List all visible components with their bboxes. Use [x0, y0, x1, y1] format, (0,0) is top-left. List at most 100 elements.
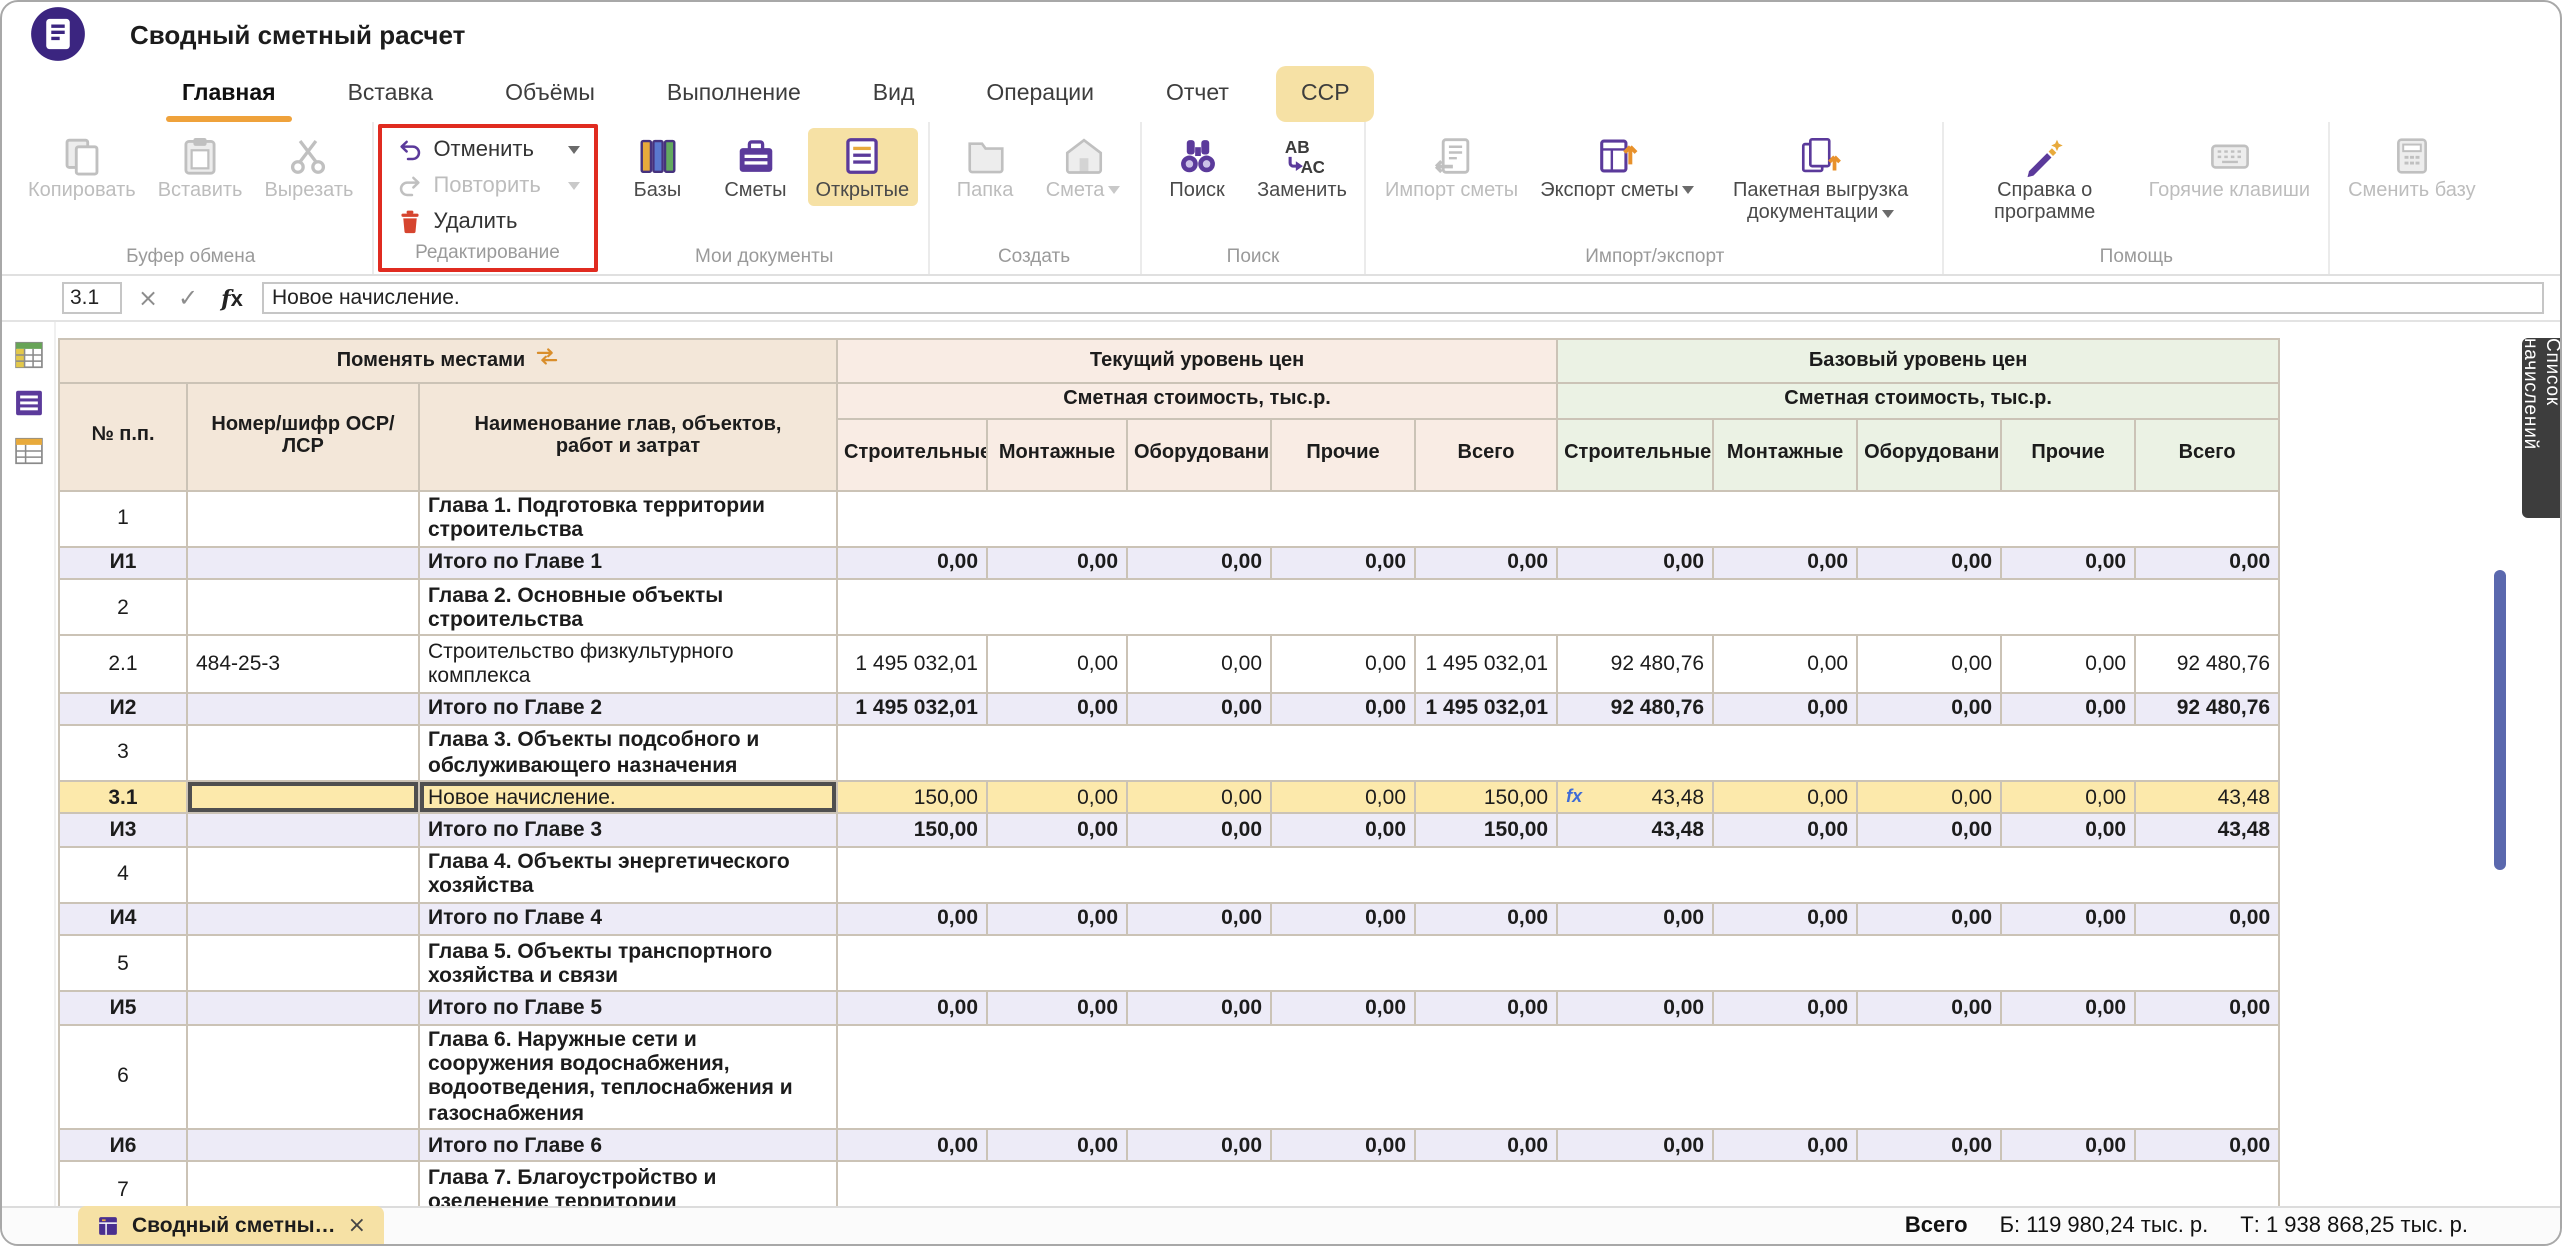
- cell-value[interactable]: 0,00: [1713, 903, 1857, 935]
- cell-value[interactable]: 0,00: [1271, 781, 1415, 813]
- cell-value[interactable]: 0,00: [1271, 1130, 1415, 1162]
- cell-value[interactable]: 0,00: [1857, 903, 2001, 935]
- cell-value[interactable]: 150,00: [837, 814, 987, 846]
- cell-empty[interactable]: [837, 935, 2279, 992]
- dropdown-arrow-icon[interactable]: [1683, 187, 1695, 195]
- cell-value[interactable]: 0,00: [2001, 547, 2135, 579]
- cell-value[interactable]: 0,00: [2001, 814, 2135, 846]
- ribbon-tab-home[interactable]: Главная: [158, 66, 300, 122]
- cell-value[interactable]: 0,00: [1713, 636, 1857, 693]
- cell-empty[interactable]: [837, 846, 2279, 903]
- cell-value[interactable]: 0,00: [1271, 692, 1415, 724]
- function-icon[interactable]: fx: [214, 285, 250, 311]
- table-row[interactable]: И5Итого по Главе 50,000,000,000,000,000,…: [59, 992, 2279, 1024]
- cell-name[interactable]: Глава 2. Основные объекты строительства: [419, 579, 837, 636]
- cell-value[interactable]: 0,00: [2135, 903, 2279, 935]
- cell-value[interactable]: 0,00: [837, 992, 987, 1024]
- cell-value[interactable]: 0,00: [2001, 903, 2135, 935]
- cell-num[interactable]: 7: [59, 1162, 187, 1206]
- cell-value[interactable]: 0,00: [1713, 547, 1857, 579]
- cell-num[interactable]: 2.1: [59, 636, 187, 693]
- cell-value[interactable]: 43,48: [1557, 814, 1713, 846]
- cell-value[interactable]: 0,00: [987, 903, 1127, 935]
- ribbon-tab-operations[interactable]: Операции: [962, 66, 1118, 122]
- cell-value[interactable]: 0,00: [2001, 992, 2135, 1024]
- cell-num[interactable]: 5: [59, 935, 187, 992]
- cell-value[interactable]: 0,00: [1857, 1130, 2001, 1162]
- cell-value[interactable]: 0,00: [1271, 814, 1415, 846]
- cell-value[interactable]: 0,00: [1557, 992, 1713, 1024]
- cell-value[interactable]: 0,00: [987, 781, 1127, 813]
- table-row[interactable]: 7 Глава 7. Благоустройство и озеленение т…: [59, 1162, 2279, 1206]
- cell-value[interactable]: 0,00: [1857, 992, 2001, 1024]
- cell-value[interactable]: 0,00: [1127, 903, 1271, 935]
- cell-name[interactable]: Итого по Главе 2: [419, 692, 837, 724]
- cell-value[interactable]: 0,00: [1857, 814, 2001, 846]
- cell-num[interactable]: 2: [59, 579, 187, 636]
- cell-value[interactable]: 0,00: [2001, 781, 2135, 813]
- cell-value[interactable]: 92 480,76: [2135, 636, 2279, 693]
- cell-value[interactable]: 0,00: [1127, 781, 1271, 813]
- cell-code[interactable]: [187, 935, 419, 992]
- table-row[interactable]: 1Глава 1. Подготовка территории строител…: [59, 490, 2279, 547]
- cell-name[interactable]: Глава 6. Наружные сети и сооружения водо…: [419, 1024, 837, 1129]
- cell-code[interactable]: [187, 1162, 419, 1206]
- cell-code[interactable]: [187, 1024, 419, 1129]
- cell-num[interactable]: И5: [59, 992, 187, 1024]
- cell-num[interactable]: 6: [59, 1024, 187, 1129]
- cell-value[interactable]: 150,00: [837, 781, 987, 813]
- about-button[interactable]: Справка о программе: [1955, 128, 2135, 229]
- cell-num[interactable]: 1: [59, 490, 187, 547]
- cell-name[interactable]: Глава 7. Благоустройство и озеленение те…: [419, 1162, 837, 1206]
- cell-value[interactable]: 0,00: [2001, 692, 2135, 724]
- cell-empty[interactable]: [837, 579, 2279, 636]
- table-row[interactable]: И6Итого по Главе 60,000,000,000,000,000,…: [59, 1130, 2279, 1162]
- cell-name[interactable]: Итого по Главе 5: [419, 992, 837, 1024]
- export-estimate-button[interactable]: Экспорт сметы: [1532, 128, 1702, 206]
- cell-num[interactable]: 3.1: [59, 781, 187, 813]
- cell-value[interactable]: 0,00: [987, 636, 1127, 693]
- cell-code[interactable]: 484-25-3: [187, 636, 419, 693]
- cell-value[interactable]: 0,00: [1857, 636, 2001, 693]
- ribbon-tab-insert[interactable]: Вставка: [324, 66, 458, 122]
- cell-value[interactable]: fx43,48: [1557, 781, 1713, 813]
- cell-value[interactable]: 0,00: [1127, 1130, 1271, 1162]
- estimates-grid-icon[interactable]: [11, 338, 45, 372]
- cell-value[interactable]: 0,00: [1415, 547, 1557, 579]
- find-button[interactable]: Поиск: [1151, 128, 1243, 206]
- cell-num[interactable]: И2: [59, 692, 187, 724]
- cell-value[interactable]: 0,00: [1415, 903, 1557, 935]
- cell-value[interactable]: 0,00: [1557, 547, 1713, 579]
- table-row[interactable]: 3Глава 3. Объекты подсобного и обслужива…: [59, 725, 2279, 782]
- cell-num[interactable]: И4: [59, 903, 187, 935]
- estimates-button[interactable]: Сметы: [709, 128, 801, 206]
- cell-value[interactable]: 92 480,76: [1557, 692, 1713, 724]
- cell-code[interactable]: [187, 579, 419, 636]
- cell-code[interactable]: [187, 903, 419, 935]
- table-row[interactable]: И3Итого по Главе 3150,000,000,000,00150,…: [59, 814, 2279, 846]
- cell-value[interactable]: 0,00: [837, 903, 987, 935]
- cell-value[interactable]: 0,00: [1271, 903, 1415, 935]
- cell-value[interactable]: 150,00: [1415, 781, 1557, 813]
- confirm-icon[interactable]: ✓: [174, 284, 202, 312]
- cell-empty[interactable]: [837, 725, 2279, 782]
- cell-value[interactable]: 43,48: [2135, 814, 2279, 846]
- undo-button[interactable]: Отменить: [391, 132, 583, 168]
- cell-value[interactable]: 0,00: [1713, 992, 1857, 1024]
- cell-value[interactable]: 0,00: [837, 1130, 987, 1162]
- cell-value[interactable]: 0,00: [1557, 903, 1713, 935]
- cell-reference-input[interactable]: [62, 282, 122, 314]
- scrollbar-thumb[interactable]: [2494, 570, 2506, 870]
- cell-value[interactable]: 92 480,76: [1557, 636, 1713, 693]
- swap-columns-header[interactable]: Поменять местами: [59, 339, 837, 382]
- ribbon-tab-volumes[interactable]: Объёмы: [481, 66, 619, 122]
- batch-upload-button[interactable]: Пакетная выгрузка документации: [1709, 128, 1933, 229]
- cell-name[interactable]: Новое начисление.: [419, 781, 837, 813]
- cell-name[interactable]: Итого по Главе 1: [419, 547, 837, 579]
- bases-button[interactable]: Базы: [611, 128, 703, 206]
- cell-value[interactable]: 0,00: [1127, 547, 1271, 579]
- dropdown-arrow-icon[interactable]: [567, 146, 579, 154]
- cell-value[interactable]: 0,00: [1415, 1130, 1557, 1162]
- cell-value[interactable]: 0,00: [1127, 992, 1271, 1024]
- ribbon-tab-report[interactable]: Отчет: [1142, 66, 1253, 122]
